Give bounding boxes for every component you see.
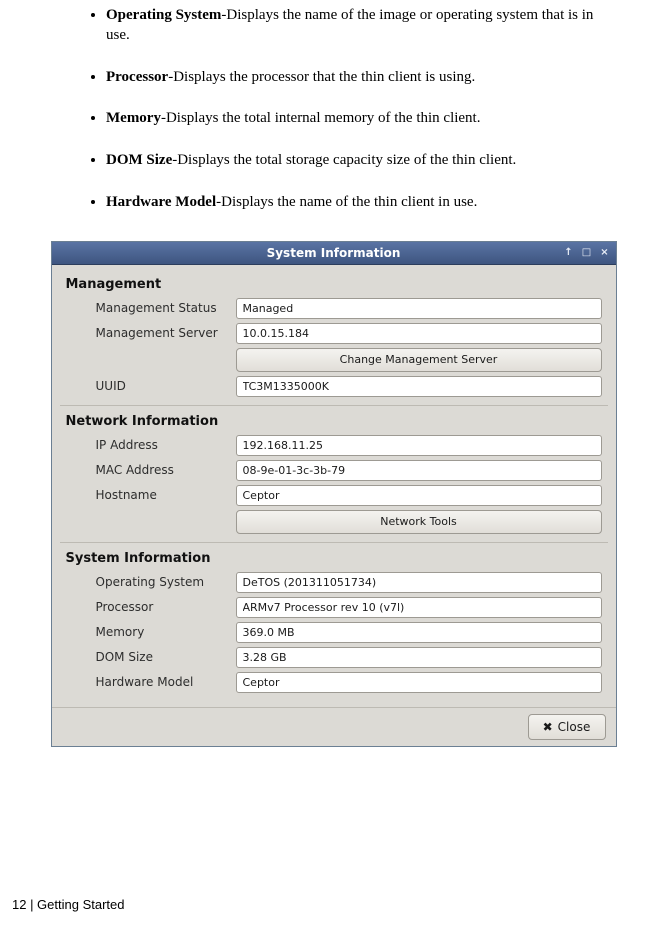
field-uuid[interactable] [236,376,602,397]
label-management-server: Management Server [66,326,236,340]
bullet-hardware-model: Hardware Model-Displays the name of the … [106,193,607,213]
bullet-desc: -Displays the total storage capacity siz… [172,152,516,168]
section-header-system: System Information [66,551,602,566]
window-controls: ↑ □ × [562,246,612,260]
label-hardware-model: Hardware Model [66,675,236,689]
section-header-management: Management [66,277,602,292]
close-button[interactable]: ✖ Close [528,714,606,740]
change-management-server-button[interactable]: Change Management Server [236,348,602,372]
label-memory: Memory [66,625,236,639]
bullet-term: DOM Size [106,152,172,168]
label-dom-size: DOM Size [66,650,236,664]
definition-list: Operating System -Displays the name of th… [86,6,607,213]
bullet-desc: -Displays the processor that the thin cl… [168,69,475,85]
page-footer: 12 | Getting Started [12,897,125,912]
field-management-status[interactable] [236,298,602,319]
field-hardware-model[interactable] [236,672,602,693]
field-dom-size[interactable] [236,647,602,668]
divider [60,405,608,406]
titlebar[interactable]: System Information ↑ □ × [52,242,616,265]
bullet-dom-size: DOM Size-Displays the total storage capa… [106,151,607,171]
window-title: System Information [267,246,401,260]
section-header-network: Network Information [66,414,602,429]
network-tools-button[interactable]: Network Tools [236,510,602,534]
label-processor: Processor [66,600,236,614]
minimize-icon[interactable]: ↑ [562,246,576,260]
field-memory[interactable] [236,622,602,643]
field-hostname[interactable] [236,485,602,506]
label-management-status: Management Status [66,301,236,315]
field-os[interactable] [236,572,602,593]
field-processor[interactable] [236,597,602,618]
divider [60,542,608,543]
system-information-window: System Information ↑ □ × Management Mana… [51,241,617,747]
field-mac-address[interactable] [236,460,602,481]
label-os: Operating System [66,575,236,589]
bullet-term: Hardware Model [106,194,216,210]
bullet-term: Operating System [106,7,221,23]
field-ip-address[interactable] [236,435,602,456]
bullet-desc: -Displays the total internal memory of t… [161,110,481,126]
label-hostname: Hostname [66,488,236,502]
close-icon: ✖ [543,720,553,734]
label-uuid: UUID [66,379,236,393]
bullet-term: Memory [106,110,161,126]
bullet-desc: -Displays the name of the thin client in… [216,194,477,210]
close-button-label: Close [558,720,591,734]
label-mac-address: MAC Address [66,463,236,477]
bullet-operating-system: Operating System-Displays the name of th… [106,6,607,46]
close-window-icon[interactable]: × [598,246,612,260]
label-ip-address: IP Address [66,438,236,452]
dialog-footer: ✖ Close [52,707,616,746]
maximize-icon[interactable]: □ [580,246,594,260]
bullet-term: Processor [106,69,168,85]
bullet-processor: Processor-Displays the processor that th… [106,68,607,88]
bullet-memory: Memory-Displays the total internal memor… [106,109,607,129]
field-management-server[interactable] [236,323,602,344]
